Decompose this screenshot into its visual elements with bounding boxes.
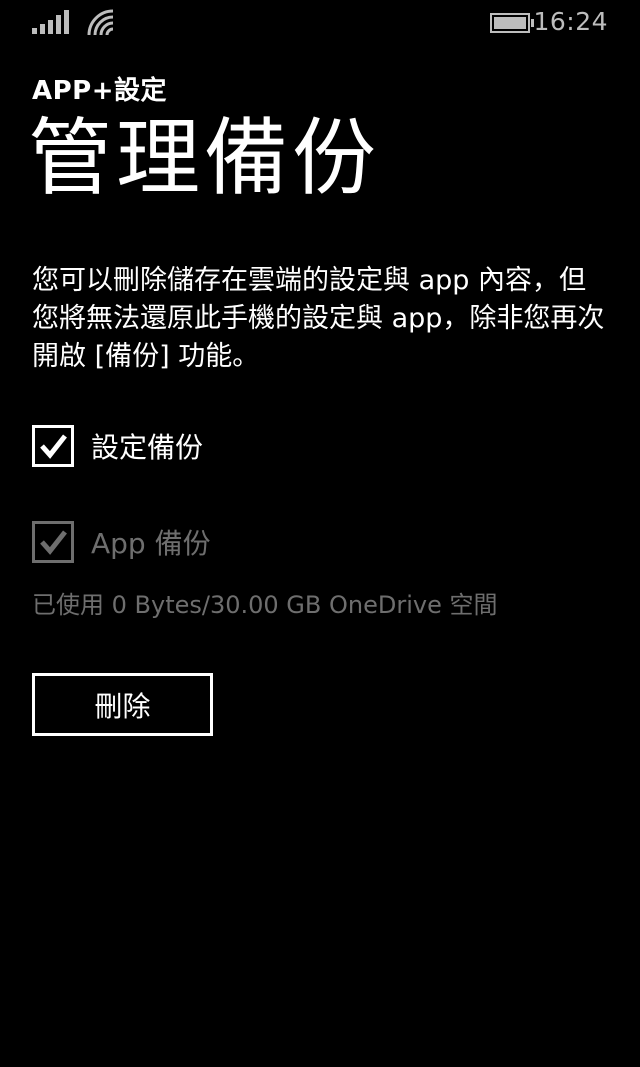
battery-icon — [490, 13, 534, 33]
app-backup-option: App 備份 — [32, 520, 211, 564]
storage-usage-text: 已使用 0 Bytes/30.00 GB OneDrive 空間 — [32, 591, 498, 619]
delete-button[interactable]: 刪除 — [32, 673, 213, 736]
app-title: APP+設定 — [32, 76, 168, 106]
status-bar: 16:24 — [0, 0, 640, 46]
settings-backup-checkbox[interactable] — [32, 425, 74, 467]
app-backup-checkbox — [32, 521, 74, 563]
settings-backup-label: 設定備份 — [91, 431, 204, 464]
signal-icon — [32, 10, 69, 34]
clock: 16:24 — [533, 7, 608, 36]
checkmark-icon — [40, 530, 67, 555]
description-text: 您可以刪除儲存在雲端的設定與 app 內容，但您將無法還原此手機的設定與 app… — [32, 265, 605, 372]
settings-backup-option[interactable]: 設定備份 — [32, 424, 203, 468]
page-title: 管理備份 — [28, 109, 381, 207]
checkmark-icon — [40, 434, 67, 459]
wifi-icon — [87, 9, 114, 36]
app-backup-label: App 備份 — [91, 527, 211, 560]
